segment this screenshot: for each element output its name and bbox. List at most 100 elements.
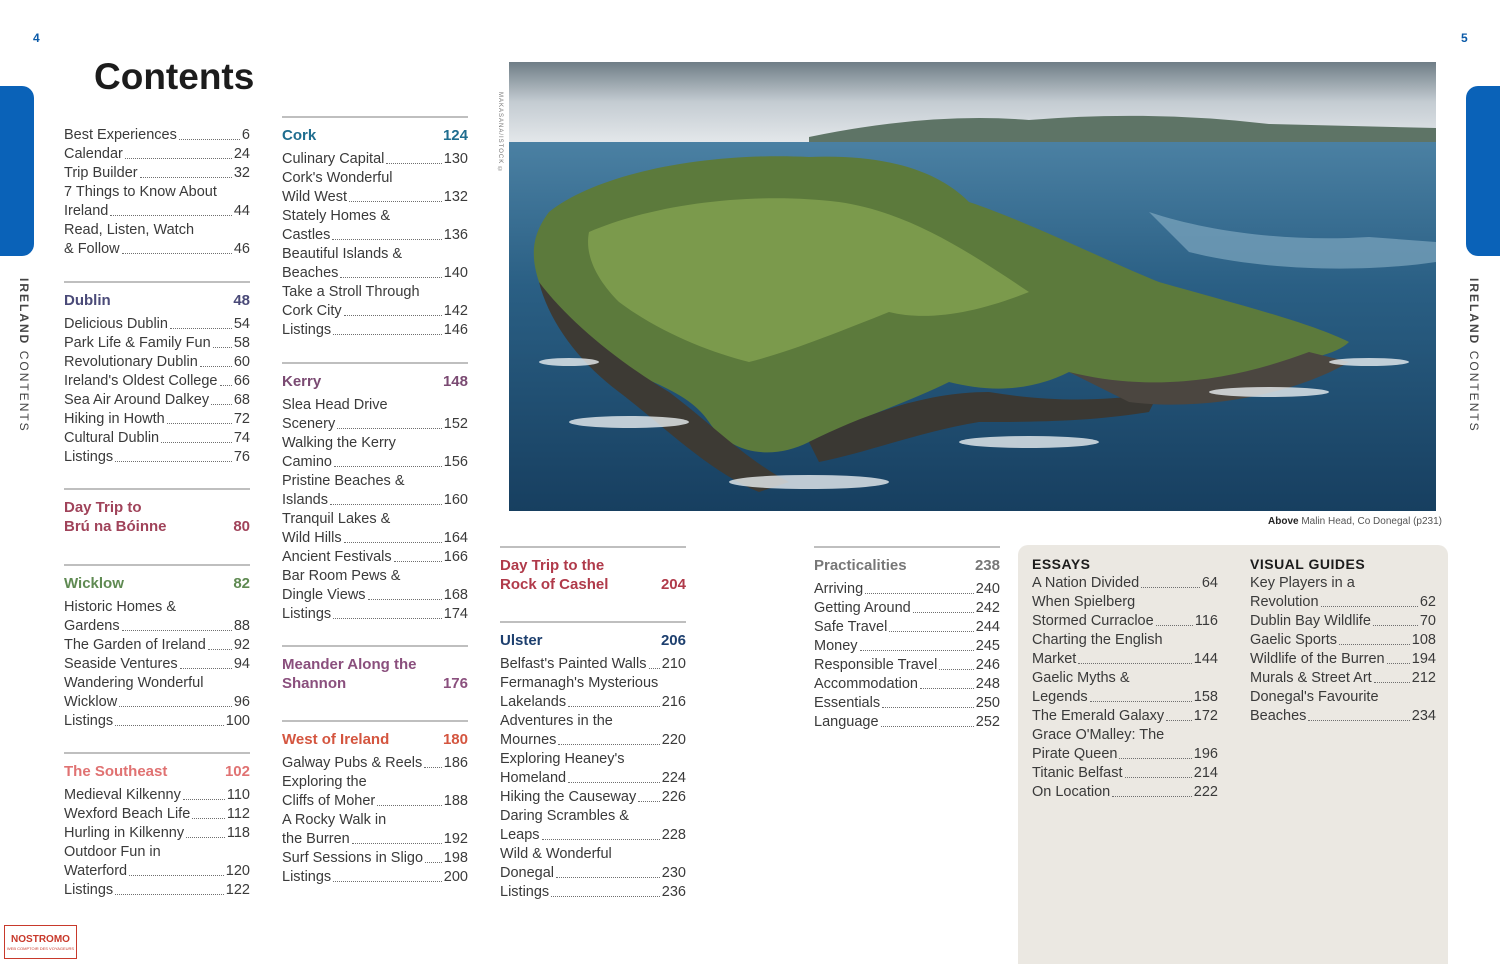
toc-entry[interactable]: Waterford 120 [64,862,250,881]
toc-entry-page: 164 [443,530,468,546]
section-heading[interactable]: West of Ireland 180 [282,730,468,749]
toc-entry[interactable]: Legends 158 [1032,688,1218,707]
toc-entry[interactable]: Park Life & Family Fun 58 [64,334,250,353]
toc-entry-page: 116 [1194,613,1218,629]
toc-entry[interactable]: Listings 174 [282,605,468,624]
toc-entry[interactable]: Lakelands 216 [500,693,686,712]
toc-entry-page: 32 [233,165,250,181]
toc-entry[interactable]: Listings 122 [64,881,250,900]
toc-entry[interactable]: Gaelic Sports 108 [1250,631,1436,650]
toc-entry[interactable]: Scenery 152 [282,415,468,434]
toc-entry[interactable]: Language 252 [814,713,1000,732]
section-heading[interactable]: Ulster 206 [500,631,686,650]
toc-entry[interactable]: Islands 160 [282,491,468,510]
toc-entry[interactable]: the Burren 192 [282,830,468,849]
section-heading[interactable]: Kerry 148 [282,372,468,391]
section-heading[interactable]: Meander Along the Shannon 176 [282,655,468,693]
toc-entry[interactable]: Hurling in Kilkenny 118 [64,824,250,843]
toc-entry[interactable]: Arriving 240 [814,580,1000,599]
toc-entry[interactable]: Cliffs of Moher 188 [282,792,468,811]
toc-entry-title: Money [814,638,858,654]
toc-entry-title: Beaches [1250,708,1307,724]
toc-entry[interactable]: Listings 76 [64,448,250,467]
toc-entry[interactable]: Galway Pubs & Reels 186 [282,754,468,773]
toc-entry[interactable]: On Location 222 [1032,783,1218,802]
toc-entry[interactable]: Money 245 [814,637,1000,656]
toc-entry-title: Trip Builder [64,165,138,181]
toc-entry[interactable]: Ireland 44 [64,202,250,221]
section-heading[interactable]: Wicklow 82 [64,574,250,593]
section-heading[interactable]: Dublin 48 [64,291,250,310]
toc-entry[interactable]: Wild West 132 [282,188,468,207]
toc-entry[interactable]: Listings 146 [282,321,468,340]
toc-entry[interactable]: Murals & Street Art 212 [1250,669,1436,688]
toc-entry[interactable]: Hiking in Howth 72 [64,410,250,429]
toc-entry-title: Seaside Ventures [64,656,178,672]
toc-entry[interactable]: Market 144 [1032,650,1218,669]
toc-entry[interactable]: Castles 136 [282,226,468,245]
toc-entry[interactable]: Cork City 142 [282,302,468,321]
toc-entry[interactable]: Sea Air Around Dalkey 68 [64,391,250,410]
toc-entry[interactable]: Culinary Capital 130 [282,150,468,169]
toc-entry[interactable]: Wildlife of the Burren 194 [1250,650,1436,669]
toc-entry[interactable]: & Follow 46 [64,240,250,259]
toc-entry[interactable]: Ancient Festivals 166 [282,548,468,567]
section-page: 48 [233,292,250,309]
toc-entry[interactable]: Wexford Beach Life 112 [64,805,250,824]
toc-entry[interactable]: Listings 200 [282,868,468,887]
toc-entry[interactable]: Belfast's Painted Walls 210 [500,655,686,674]
toc-entry[interactable]: Cultural Dublin 74 [64,429,250,448]
toc-entry[interactable]: Trip Builder 32 [64,164,250,183]
dot-leader [1141,574,1200,588]
toc-entry[interactable]: Stormed Curracloe 116 [1032,612,1218,631]
visual-guides-section: VISUAL GUIDES Key Players in a Revolution 6… [1250,555,1436,726]
toc-entry[interactable]: Revolution 62 [1250,593,1436,612]
toc-entry[interactable]: Responsible Travel 246 [814,656,1000,675]
toc-entry[interactable]: Wild Hills 164 [282,529,468,548]
toc-entry[interactable]: Camino 156 [282,453,468,472]
toc-entry[interactable]: The Garden of Ireland 92 [64,636,250,655]
section-heading[interactable]: Day Trip to Brú na Bóinne 80 [64,498,250,536]
toc-entry[interactable]: Dingle Views 168 [282,586,468,605]
toc-entry[interactable]: Titanic Belfast 214 [1032,764,1218,783]
toc-entry[interactable]: Homeland 224 [500,769,686,788]
toc-entry[interactable]: Donegal 230 [500,864,686,883]
section-title: West of Ireland [282,731,390,748]
toc-entry[interactable]: Getting Around 242 [814,599,1000,618]
toc-entry[interactable]: Mournes 220 [500,731,686,750]
dot-leader [182,786,225,800]
section-heading[interactable]: Practicalities 238 [814,556,1000,575]
toc-entry[interactable]: Hiking the Causeway 226 [500,788,686,807]
toc-entry[interactable]: Beaches 234 [1250,707,1436,726]
section-heading[interactable]: The Southeast 102 [64,762,250,781]
toc-entry[interactable]: Delicious Dublin 54 [64,315,250,334]
toc-entry[interactable]: Ireland's Oldest College 66 [64,372,250,391]
toc-entry[interactable]: Gardens 88 [64,617,250,636]
toc-entry[interactable]: Leaps 228 [500,826,686,845]
toc-entry-title: Revolutionary Dublin [64,354,198,370]
toc-entry[interactable]: The Emerald Galaxy 172 [1032,707,1218,726]
toc-entry[interactable]: Dublin Bay Wildlife 70 [1250,612,1436,631]
toc-entry-page: 172 [1193,708,1218,724]
section-heading[interactable]: Day Trip to the Rock of Cashel 204 [500,556,686,594]
toc-entry[interactable]: A Nation Divided 64 [1032,574,1218,593]
toc-entry[interactable]: Safe Travel 244 [814,618,1000,637]
toc-entry[interactable]: Revolutionary Dublin 60 [64,353,250,372]
toc-entry-page: 174 [443,606,468,622]
toc-entry[interactable]: Accommodation 248 [814,675,1000,694]
toc-entry[interactable]: Essentials 250 [814,694,1000,713]
toc-entry[interactable]: Surf Sessions in Sligo 198 [282,849,468,868]
section-title: ESSAYS [1032,556,1091,572]
toc-entry[interactable]: Listings 236 [500,883,686,902]
toc-entry[interactable]: Beaches 140 [282,264,468,283]
section-heading[interactable]: Cork 124 [282,126,468,145]
toc-entry[interactable]: Wicklow 96 [64,693,250,712]
toc-entry[interactable]: Seaside Ventures 94 [64,655,250,674]
toc-entry[interactable]: Best Experiences 6 [64,126,250,145]
toc-entry[interactable]: Calendar 24 [64,145,250,164]
toc-entry[interactable]: Pirate Queen 196 [1032,745,1218,764]
toc-entry-title: The Emerald Galaxy [1032,708,1165,724]
toc-entry[interactable]: Medieval Kilkenny 110 [64,786,250,805]
toc-entry-page: 92 [233,637,250,653]
toc-entry[interactable]: Listings 100 [64,712,250,731]
